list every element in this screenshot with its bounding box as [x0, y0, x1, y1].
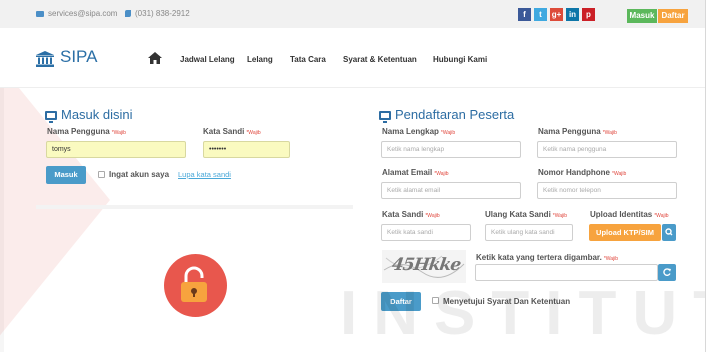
bank-icon — [36, 51, 54, 67]
login-username-label: Nama Pengguna *Wajib — [47, 127, 126, 136]
required-tag: *Wajib — [111, 130, 126, 136]
login-title-text: Masuk disini — [61, 107, 133, 122]
twitter-icon[interactable]: t — [534, 8, 547, 21]
phone-input[interactable]: Ketik nomor telepon — [537, 182, 677, 199]
login-title: Masuk disini — [45, 107, 133, 123]
main-navbar: SIPA Jadwal Lelang Lelang Tata Cara Syar… — [0, 28, 705, 88]
reg-password-label: Kata Sandi *Wajib — [382, 210, 440, 219]
nav-syarat-ketentuan[interactable]: Syarat & Ketentuan — [343, 55, 417, 64]
captcha-label-text: Ketik kata yang tertera digambar. — [476, 253, 602, 262]
search-icon — [665, 228, 673, 236]
required-tag: *Wajib — [612, 171, 627, 177]
register-title-text: Pendaftaran Peserta — [395, 107, 515, 122]
nav-jadwal-lelang[interactable]: Jadwal Lelang — [180, 55, 235, 64]
facebook-icon[interactable]: f — [518, 8, 531, 21]
lock-badge — [164, 254, 227, 317]
fullname-input[interactable]: Ketik nama lengkap — [381, 141, 521, 158]
site-logo[interactable]: SIPA — [60, 47, 97, 67]
lock-icon — [181, 266, 207, 302]
fullname-label-text: Nama Lengkap — [382, 127, 439, 136]
login-username-input[interactable]: tomys — [46, 141, 186, 158]
page-right-edge — [705, 0, 725, 352]
upload-id-label-text: Upload Identitas — [590, 210, 653, 219]
nav-lelang[interactable]: Lelang — [247, 55, 273, 64]
reg-username-input[interactable]: Ketik nama pengguna — [537, 141, 677, 158]
envelope-icon — [36, 10, 44, 17]
login-password-label-text: Kata Sandi — [203, 127, 245, 136]
reg-username-label: Nama Pengguna *Wajib — [538, 127, 617, 136]
nav-hubungi-kami[interactable]: Hubungi Kami — [433, 55, 487, 64]
top-masuk-button[interactable]: Masuk — [627, 9, 657, 23]
monitor-icon — [379, 111, 391, 123]
top-contact-bar: services@sipa.com (031) 838-2912 f t g+ in p… — [0, 0, 705, 28]
login-password-input[interactable]: ••••••• — [203, 141, 290, 158]
reg-password-input[interactable]: Ketik kata sandi — [381, 224, 471, 241]
top-daftar-button[interactable]: Daftar — [658, 9, 688, 23]
repeat-password-label-text: Ulang Kata Sandi — [485, 210, 551, 219]
pinterest-icon[interactable]: p — [582, 8, 595, 21]
contact-email[interactable]: services@sipa.com — [36, 9, 117, 18]
reg-password-label-text: Kata Sandi — [382, 210, 424, 219]
linkedin-icon[interactable]: in — [566, 8, 579, 21]
remember-checkbox[interactable] — [98, 171, 105, 178]
email-label: Alamat Email *Wajib — [382, 168, 449, 177]
repeat-password-input[interactable]: Ketik ulang kata sandi — [485, 224, 573, 241]
nav-tata-cara[interactable]: Tata Cara — [290, 55, 326, 64]
watermark-text: INSTITUT BI — [340, 279, 725, 348]
captcha-label: Ketik kata yang tertera digambar. *Wajib — [476, 253, 618, 262]
google-plus-icon[interactable]: g+ — [550, 8, 563, 21]
reg-username-label-text: Nama Pengguna — [538, 127, 601, 136]
required-tag: *Wajib — [654, 213, 669, 219]
email-label-text: Alamat Email — [382, 168, 433, 177]
required-tag: *Wajib — [603, 256, 619, 262]
repeat-password-label: Ulang Kata Sandi *Wajib — [485, 210, 567, 219]
register-title: Pendaftaran Peserta — [379, 107, 515, 123]
forgot-password-link[interactable]: Lupa kata sandi — [178, 170, 231, 179]
required-tag: *Wajib — [425, 213, 440, 219]
login-username-label-text: Nama Pengguna — [47, 127, 110, 136]
phone-icon — [125, 10, 131, 18]
phone-label-text: Nomor Handphone — [538, 168, 610, 177]
required-tag: *Wajib — [440, 130, 456, 136]
required-tag: *Wajib — [434, 171, 449, 177]
fullname-label: Nama Lengkap *Wajib — [382, 127, 455, 136]
upload-search-button[interactable] — [662, 224, 676, 241]
remember-label: Ingat akun saya — [109, 170, 170, 179]
login-submit-button[interactable]: Masuk — [46, 166, 86, 184]
required-tag: *Wajib — [552, 213, 568, 219]
required-tag: *Wajib — [246, 130, 261, 136]
section-divider — [36, 205, 353, 209]
contact-phone-text: (031) 838-2912 — [135, 9, 190, 18]
contact-phone: (031) 838-2912 — [125, 9, 190, 18]
captcha-text: 45Hkke — [390, 255, 462, 275]
home-icon[interactable] — [148, 52, 162, 64]
login-password-label: Kata Sandi *Wajib — [203, 127, 261, 136]
required-tag: *Wajib — [602, 130, 617, 136]
email-input[interactable]: Ketik alamat email — [381, 182, 521, 199]
upload-id-label: Upload Identitas *Wajib — [590, 210, 669, 219]
upload-ktp-button[interactable]: Upload KTP/SIM — [589, 224, 661, 241]
contact-email-text: services@sipa.com — [48, 9, 118, 18]
phone-label: Nomor Handphone *Wajib — [538, 168, 626, 177]
monitor-icon — [45, 111, 57, 123]
